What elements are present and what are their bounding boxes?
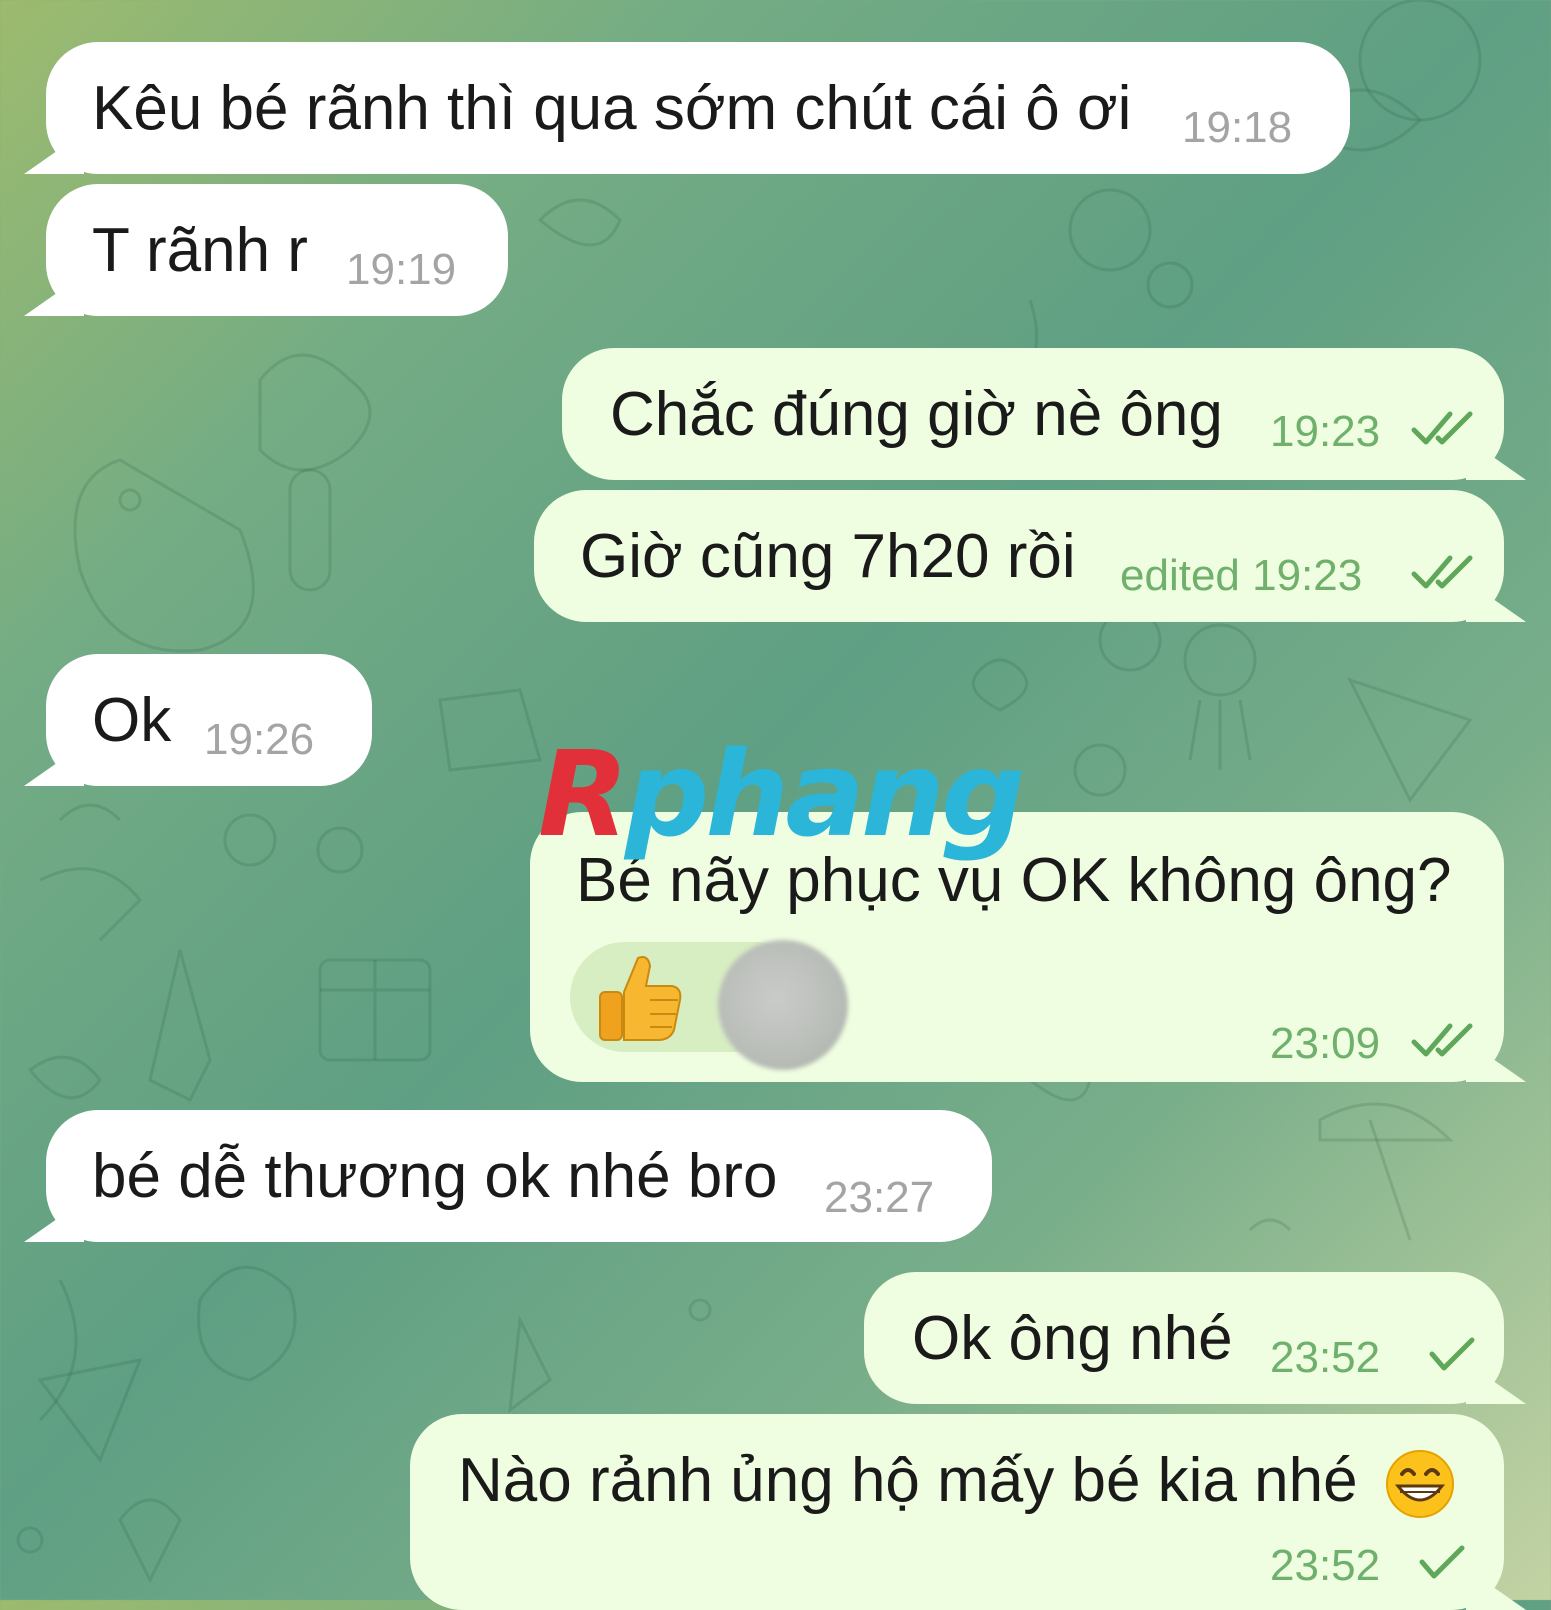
- message-time: 23:52: [1270, 1541, 1381, 1590]
- message-time: 19:23: [1270, 407, 1381, 456]
- grinning-face-icon: [1386, 1450, 1454, 1518]
- watermark-logo-first-letter: R: [538, 725, 629, 863]
- message-text: Giờ cũng 7h20 rồi: [580, 522, 1076, 591]
- message-bubble-incoming[interactable]: Kêu bé rãnh thì qua sớm chút cái ô ơi 19…: [46, 42, 1350, 174]
- double-check-icon: [1411, 555, 1473, 589]
- message-text: Kêu bé rãnh thì qua sớm chút cái ô ơi: [92, 74, 1132, 143]
- check-icon: [1419, 1545, 1465, 1579]
- message-time: 19:26: [204, 715, 315, 764]
- reaction-chip[interactable]: [570, 940, 848, 1070]
- message-time: 19:18: [1182, 103, 1293, 152]
- message-bubble-incoming[interactable]: T rãnh r 19:19: [46, 184, 508, 316]
- message-bubble-incoming[interactable]: bé dễ thương ok nhé bro 23:27: [46, 1110, 992, 1242]
- message-bubble-incoming[interactable]: Ok 19:26: [46, 654, 372, 786]
- message-time: 23:09: [1270, 1019, 1381, 1068]
- message-text: Chắc đúng giờ nè ông: [610, 380, 1223, 449]
- message-text: Ok: [92, 686, 172, 755]
- double-check-icon: [1411, 411, 1473, 445]
- message-bubble-outgoing[interactable]: Chắc đúng giờ nè ông 19:23: [562, 348, 1504, 480]
- watermark-logo-rest: phang: [624, 725, 1026, 863]
- check-icon: [1429, 1337, 1475, 1371]
- blurred-avatar: [718, 940, 848, 1070]
- message-text: T rãnh r: [92, 216, 308, 285]
- message-text: Nào rảnh ủng hộ mấy bé kia nhé: [458, 1446, 1358, 1515]
- double-check-icon: [1411, 1023, 1473, 1057]
- message-text: bé dễ thương ok nhé bro: [92, 1142, 778, 1211]
- message-time: 19:19: [346, 245, 457, 294]
- watermark-logo: Rphang: [538, 724, 1025, 864]
- thumbs-up-icon: [599, 956, 682, 1041]
- message-time: edited 19:23: [1120, 551, 1363, 600]
- message-bubble-outgoing[interactable]: Giờ cũng 7h20 rồi edited 19:23: [534, 490, 1504, 622]
- message-bubble-outgoing[interactable]: Nào rảnh ủng hộ mấy bé kia nhé 23:52: [410, 1414, 1504, 1610]
- message-text: Ok ông nhé: [912, 1304, 1233, 1373]
- message-time: 23:27: [824, 1173, 935, 1222]
- message-time: 23:52: [1270, 1333, 1381, 1382]
- message-bubble-outgoing[interactable]: Ok ông nhé 23:52: [864, 1272, 1504, 1404]
